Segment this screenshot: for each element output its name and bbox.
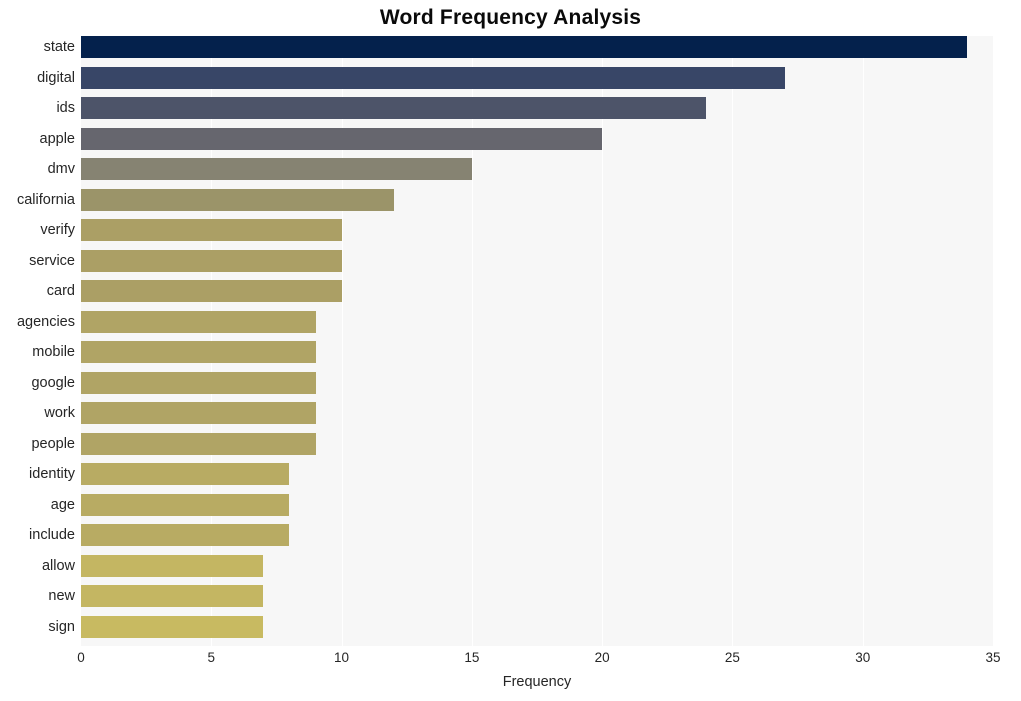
gridline-vertical: [862, 36, 864, 646]
x-axis-tick-label: 0: [77, 650, 85, 665]
bar: [81, 585, 264, 608]
y-axis-tick-label: card: [46, 283, 75, 300]
bar-fill: [81, 158, 472, 181]
y-axis-tick-label: apple: [39, 130, 75, 147]
bar: [81, 280, 342, 303]
bar: [81, 249, 342, 272]
bar-fill: [81, 97, 707, 120]
y-axis-tick-label: allow: [41, 557, 75, 574]
y-axis-tick-label: california: [16, 191, 75, 208]
x-axis-tick-label: 20: [594, 650, 610, 665]
bar-fill: [81, 310, 316, 333]
x-axis-tick-label: 5: [207, 650, 216, 665]
y-axis-tick-label: ids: [56, 100, 75, 117]
y-axis-tick-label: service: [29, 252, 75, 269]
x-axis-tick-label: 10: [334, 650, 350, 665]
y-axis-tick-label: identity: [29, 466, 75, 483]
y-axis-tick-label: dmv: [47, 161, 75, 178]
bar: [81, 341, 316, 364]
y-axis-tick-label: people: [31, 435, 75, 452]
x-axis-tick-label: 15: [464, 650, 480, 665]
bar-fill: [81, 127, 603, 150]
x-axis-title: Frequency: [502, 674, 572, 690]
bar: [81, 524, 290, 547]
y-axis-tick-label: verify: [40, 222, 75, 239]
y-axis-tick-label: mobile: [32, 344, 75, 361]
bar: [81, 493, 290, 516]
y-axis-tick-label: work: [44, 405, 75, 422]
bar-fill: [81, 371, 316, 394]
x-axis-tick-label: 35: [985, 650, 1001, 665]
bar-fill: [81, 188, 394, 211]
bar-fill: [81, 524, 290, 547]
plot-area: [81, 36, 994, 646]
bar: [81, 127, 603, 150]
bar: [81, 432, 316, 455]
x-axis-tick-label: 30: [855, 650, 871, 665]
y-axis-tick-label: include: [29, 527, 75, 544]
bar-fill: [81, 463, 290, 486]
chart-figure: Word Frequency Analysis state digital ids a…: [0, 0, 1021, 701]
bar: [81, 158, 472, 181]
bar-fill: [81, 341, 316, 364]
bar-fill: [81, 280, 342, 303]
bar: [81, 371, 316, 394]
bar: [81, 97, 707, 120]
x-axis-tick-label: 25: [724, 650, 740, 665]
gridline-vertical: [602, 36, 604, 646]
y-axis-tick-label: age: [50, 496, 75, 513]
y-axis-tick-label: agencies: [16, 313, 75, 330]
gridline-vertical: [732, 36, 734, 646]
bar: [81, 36, 967, 59]
bar: [81, 310, 316, 333]
bar: [81, 615, 264, 638]
y-axis-tick-labels: state digital ids apple dmv california verify s…: [0, 36, 75, 646]
bar: [81, 554, 264, 577]
bar-fill: [81, 615, 264, 638]
bar-fill: [81, 554, 264, 577]
gridline-vertical: [993, 36, 994, 646]
bar-fill: [81, 36, 967, 59]
chart-title: Word Frequency Analysis: [379, 6, 642, 29]
bar-fill: [81, 585, 264, 608]
x-axis-tick-labels: 0 5 10 15 20 25 30 35: [0, 648, 1021, 672]
bar: [81, 402, 316, 425]
y-axis-tick-label: digital: [37, 69, 75, 86]
y-axis-tick-label: new: [48, 588, 75, 605]
bar-fill: [81, 493, 290, 516]
bar-fill: [81, 402, 316, 425]
y-axis-tick-label: sign: [48, 618, 75, 635]
bar-fill: [81, 432, 316, 455]
bar-fill: [81, 66, 785, 89]
bar: [81, 66, 785, 89]
bar-fill: [81, 249, 342, 272]
bar: [81, 463, 290, 486]
y-axis-tick-label: google: [31, 374, 75, 391]
y-axis-tick-label: state: [43, 39, 75, 56]
bar: [81, 219, 342, 242]
bar: [81, 188, 394, 211]
bar-fill: [81, 219, 342, 242]
